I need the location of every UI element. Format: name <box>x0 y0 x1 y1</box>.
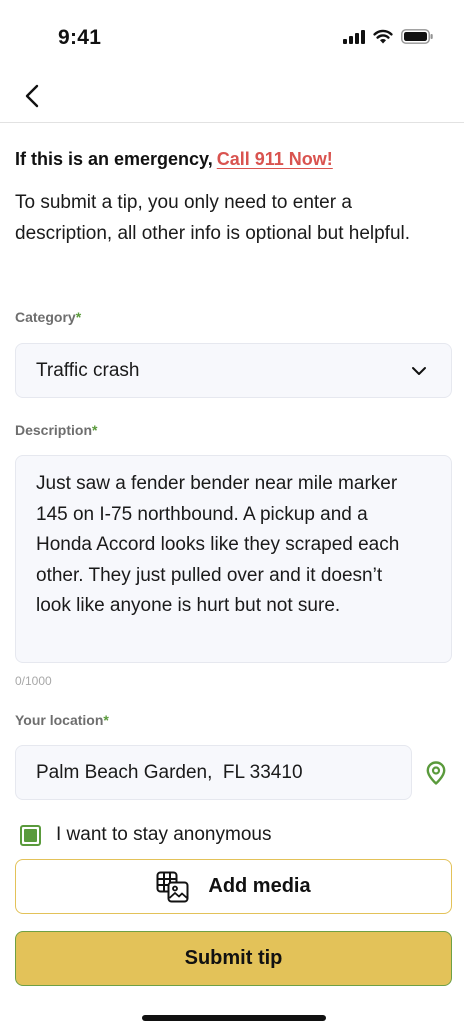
battery-icon <box>401 29 433 44</box>
required-mark: * <box>75 309 82 325</box>
anonymous-checkbox[interactable] <box>20 824 41 846</box>
signal-icon <box>343 29 365 44</box>
wifi-icon <box>373 29 393 44</box>
description-label-text: Description <box>15 422 93 438</box>
category-label: Category* <box>15 309 81 325</box>
status-bar: 9:41 <box>0 0 464 78</box>
character-counter: 0/1000 <box>15 674 52 688</box>
add-media-button[interactable]: Add media <box>15 859 452 914</box>
description-value: Just saw a fender bender near mile marke… <box>36 473 400 616</box>
category-select[interactable]: Traffic crash <box>15 343 452 398</box>
category-value: Traffic crash <box>36 360 140 381</box>
media-gallery-icon <box>156 871 189 902</box>
call-911-link[interactable]: Call 911 Now! <box>217 149 333 169</box>
back-button[interactable] <box>16 80 48 112</box>
anonymous-option[interactable]: I want to stay anonymous <box>20 824 271 846</box>
location-label-text: Your location <box>15 712 104 728</box>
submit-tip-button[interactable]: Submit tip <box>15 931 452 986</box>
status-icons <box>343 29 434 44</box>
add-media-label: Add media <box>208 875 311 897</box>
intro-text: To submit a tip, you only need to enter … <box>15 192 411 244</box>
chevron-left-icon <box>25 84 39 108</box>
description-textarea[interactable]: Just saw a fender bender near mile marke… <box>15 455 452 663</box>
required-mark: * <box>103 712 109 728</box>
location-input[interactable]: Palm Beach Garden, FL 33410 <box>15 745 412 800</box>
anonymous-label: I want to stay anonymous <box>56 824 272 845</box>
home-indicator <box>142 1015 326 1021</box>
category-label-text: Category <box>15 309 76 325</box>
emergency-text: If this is an emergency, <box>15 149 213 169</box>
submit-tip-label: Submit tip <box>184 947 283 969</box>
location-label: Your location* <box>15 712 109 728</box>
description-label: Description* <box>15 422 97 438</box>
location-pin-icon[interactable] <box>426 761 446 785</box>
status-time: 9:41 <box>58 26 102 49</box>
chevron-down-icon <box>412 367 426 375</box>
emergency-notice: If this is an emergency, Call 911 Now! <box>15 149 333 170</box>
required-mark: * <box>92 422 98 438</box>
location-value: Palm Beach Garden, FL 33410 <box>36 762 303 783</box>
checkbox-checked-mark <box>24 828 37 842</box>
nav-bar <box>0 78 464 123</box>
